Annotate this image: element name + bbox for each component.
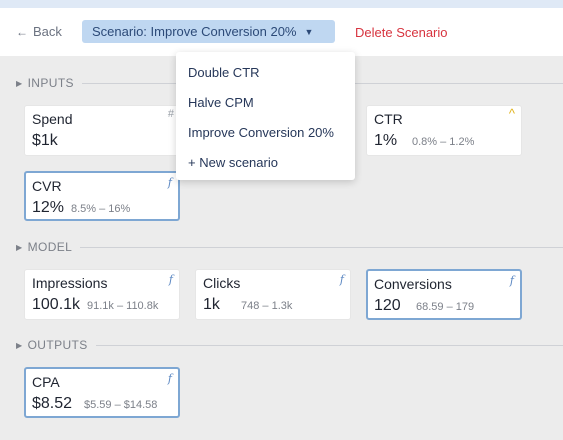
menu-item-new-scenario[interactable]: + New scenario: [188, 155, 278, 170]
caret-up-icon: ^: [508, 106, 515, 121]
cpa-card[interactable]: CPA $8.52 $5.59 – $14.58 f: [24, 367, 180, 418]
card-name: CVR: [32, 178, 62, 194]
conversions-card[interactable]: Conversions 120 68.59 – 179 f: [366, 269, 522, 320]
card-range: 68.59 – 179: [416, 301, 475, 313]
card-value: 1%: [374, 132, 398, 149]
impressions-card[interactable]: Impressions 100.1k 91.1k – 110.8k f: [24, 269, 180, 320]
card-name: CPA: [32, 374, 60, 390]
card-value: 12%: [32, 199, 65, 216]
collapse-triangle-icon: ▶: [16, 242, 23, 252]
card-range: $5.59 – $14.58: [84, 399, 158, 411]
collapse-triangle-icon: ▶: [16, 78, 23, 88]
function-icon: f: [509, 274, 514, 287]
menu-item-double-ctr[interactable]: Double CTR: [188, 65, 260, 80]
toolbar: ← Back Scenario: Improve Conversion 20% …: [0, 8, 563, 56]
card-range: 748 – 1.3k: [241, 300, 293, 312]
back-button[interactable]: ← Back: [16, 24, 62, 39]
arrow-left-icon: ←: [16, 24, 28, 39]
caret-down-icon: ▼: [304, 26, 314, 37]
outputs-section-label: OUTPUTS: [27, 338, 88, 352]
ctr-card[interactable]: CTR 1% 0.8% – 1.2% ^: [366, 105, 522, 156]
card-name: Conversions: [374, 276, 452, 292]
clicks-card[interactable]: Clicks 1k 748 – 1.3k f: [195, 269, 351, 320]
function-icon: f: [168, 273, 173, 286]
back-label: Back: [33, 24, 62, 39]
scenario-label: Scenario: Improve Conversion 20%: [92, 24, 297, 39]
card-range: 91.1k – 110.8k: [87, 300, 159, 312]
menu-item-improve-conversion[interactable]: Improve Conversion 20%: [188, 125, 334, 140]
card-range: 8.5% – 16%: [71, 203, 131, 215]
model-section-header[interactable]: ▶ MODEL: [16, 240, 563, 254]
function-icon: f: [339, 273, 344, 286]
card-value: $8.52: [32, 395, 73, 412]
inputs-section-label: INPUTS: [27, 76, 74, 90]
divider: [80, 246, 563, 248]
function-icon: f: [167, 372, 172, 385]
top-strip: [0, 0, 563, 8]
card-value: 1k: [203, 296, 220, 313]
collapse-triangle-icon: ▶: [16, 340, 23, 350]
scenario-select[interactable]: Scenario: Improve Conversion 20% ▼: [82, 20, 335, 43]
hash-icon: #: [167, 108, 174, 120]
function-icon: f: [167, 176, 172, 189]
card-name: Spend: [32, 111, 73, 127]
outputs-section-header[interactable]: ▶ OUTPUTS: [16, 338, 563, 352]
card-value: 120: [374, 297, 401, 314]
scenario-dropdown-menu: Double CTR Halve CPM Improve Conversion …: [176, 52, 355, 180]
card-range: 0.8% – 1.2%: [412, 136, 475, 148]
divider: [95, 344, 563, 346]
card-name: CTR: [374, 111, 403, 127]
menu-item-halve-cpm[interactable]: Halve CPM: [188, 95, 254, 110]
card-value: $1k: [32, 132, 58, 149]
card-name: Impressions: [32, 275, 108, 291]
cvr-card[interactable]: CVR 12% 8.5% – 16% f: [24, 171, 180, 221]
card-name: Clicks: [203, 275, 241, 291]
delete-scenario-button[interactable]: Delete Scenario: [355, 25, 448, 40]
model-section-label: MODEL: [27, 240, 73, 254]
card-value: 100.1k: [32, 296, 81, 313]
spend-card[interactable]: Spend $1k #: [24, 105, 180, 156]
